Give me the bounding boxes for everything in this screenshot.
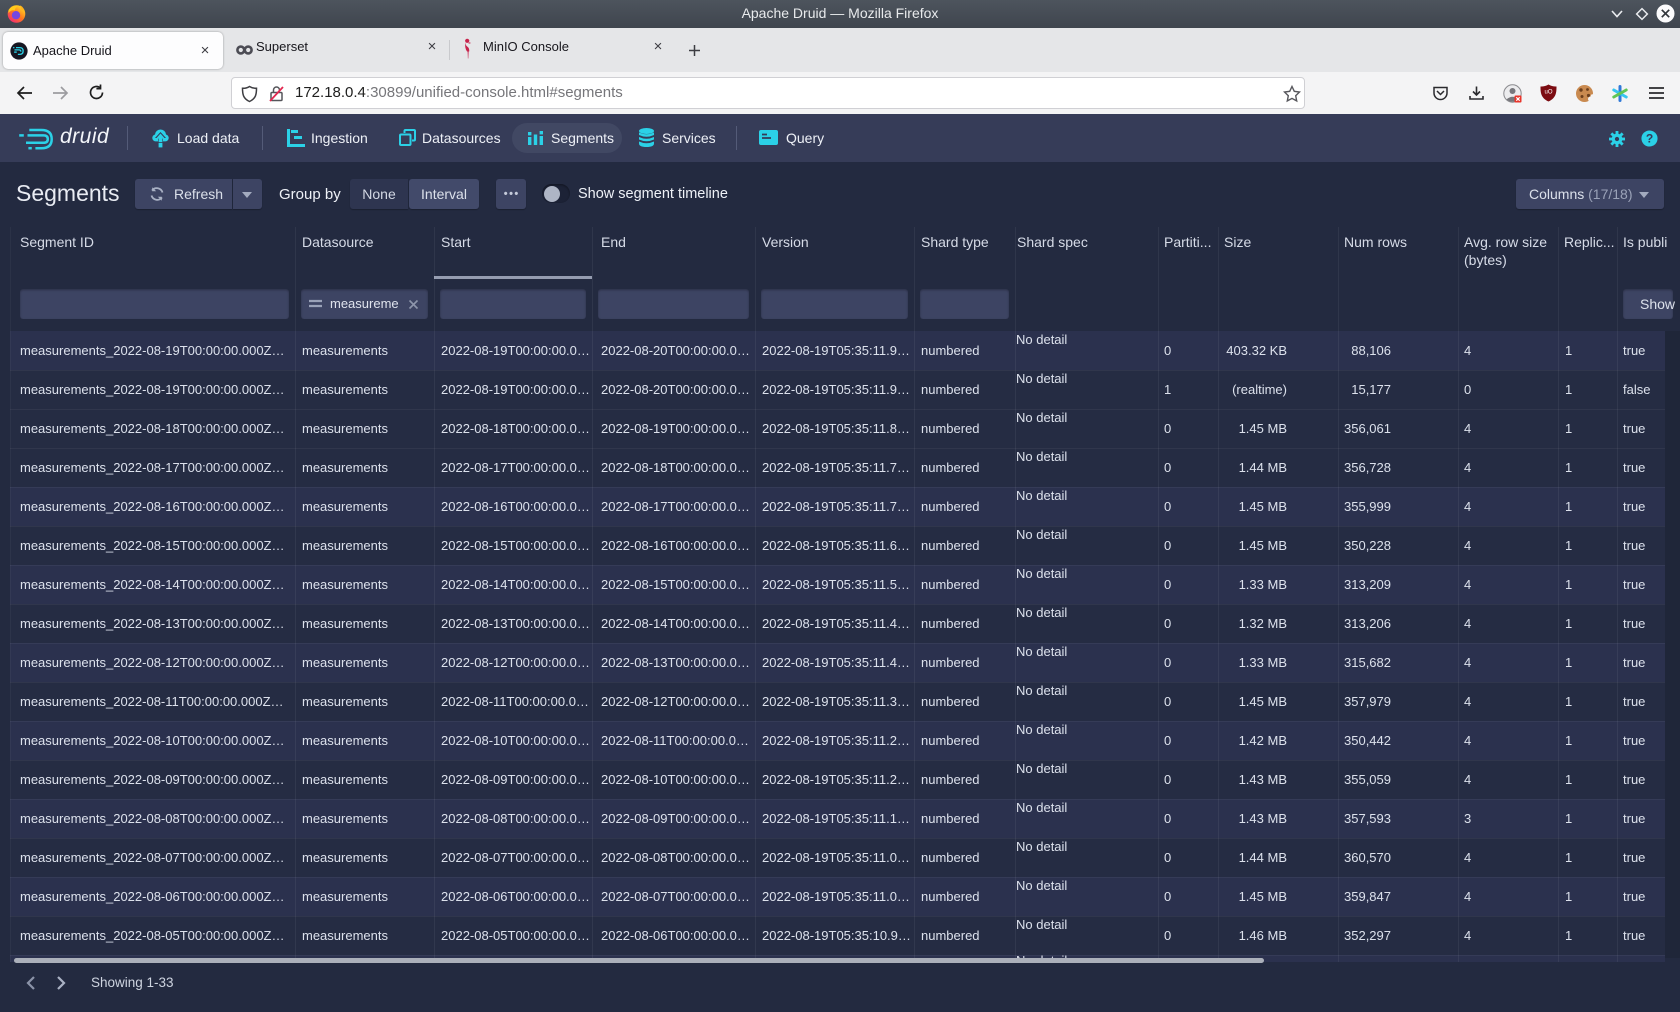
svg-text:uO: uO xyxy=(1544,90,1552,96)
svg-text:?: ? xyxy=(1646,132,1653,146)
